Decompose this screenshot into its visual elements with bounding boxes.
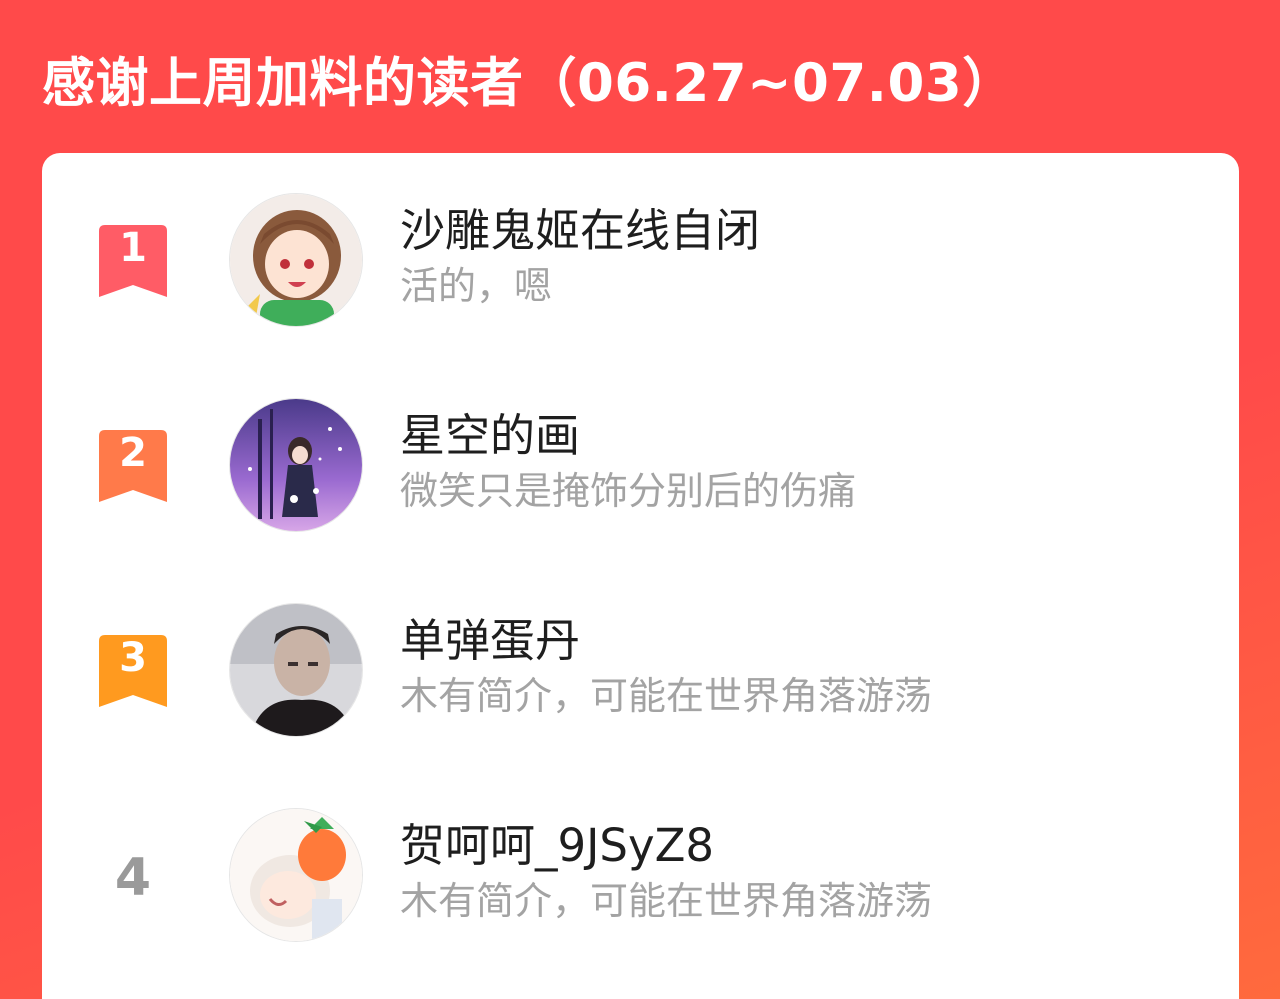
reader-row[interactable]: 4 贺呵呵_9JSyZ8 木有简介，可能在世界角落游荡 <box>42 808 1239 948</box>
rank-number: 3 <box>119 635 147 681</box>
rank-number: 4 <box>114 848 152 908</box>
reader-bio: 木有简介，可能在世界角落游荡 <box>400 674 933 718</box>
reader-bio: 活的，嗯 <box>400 264 553 308</box>
reader-name: 单弹蛋丹 <box>400 614 581 667</box>
reader-name: 沙雕鬼姬在线自闭 <box>400 204 761 257</box>
readers-card: 1 沙雕鬼姬在线自闭 活的，嗯 2 星空的画 微笑只是掩饰分别后的伤痛 3 单弹… <box>42 153 1239 999</box>
reader-name: 贺呵呵_9JSyZ8 <box>400 819 715 872</box>
rank-2-badge-icon: 2 <box>99 430 167 502</box>
reader-name: 星空的画 <box>400 409 581 462</box>
reader-bio: 木有简介，可能在世界角落游荡 <box>400 879 933 923</box>
anime-girl-avatar-icon <box>230 194 362 326</box>
rank-3-badge-icon: 3 <box>99 635 167 707</box>
reader-row[interactable]: 2 星空的画 微笑只是掩饰分别后的伤痛 <box>42 398 1239 538</box>
avatar[interactable] <box>229 398 363 532</box>
avatar[interactable] <box>229 808 363 942</box>
rank-number: 2 <box>119 430 147 476</box>
reader-bio: 微笑只是掩饰分别后的伤痛 <box>400 469 857 513</box>
avatar[interactable] <box>229 193 363 327</box>
reader-row[interactable]: 3 单弹蛋丹 木有简介，可能在世界角落游荡 <box>42 603 1239 743</box>
rank-1-badge-icon: 1 <box>99 225 167 297</box>
reader-row[interactable]: 1 沙雕鬼姬在线自闭 活的，嗯 <box>42 193 1239 333</box>
page: 感谢上周加料的读者（06.27~07.03） 1 沙雕鬼姬在线自闭 活的，嗯 2… <box>0 0 1280 999</box>
carrot-chibi-avatar-icon <box>230 809 362 941</box>
rank-number: 1 <box>119 225 147 271</box>
starry-night-girl-avatar-icon <box>230 399 362 531</box>
man-portrait-avatar-icon <box>230 604 362 736</box>
avatar[interactable] <box>229 603 363 737</box>
page-title: 感谢上周加料的读者（06.27~07.03） <box>42 53 1016 114</box>
